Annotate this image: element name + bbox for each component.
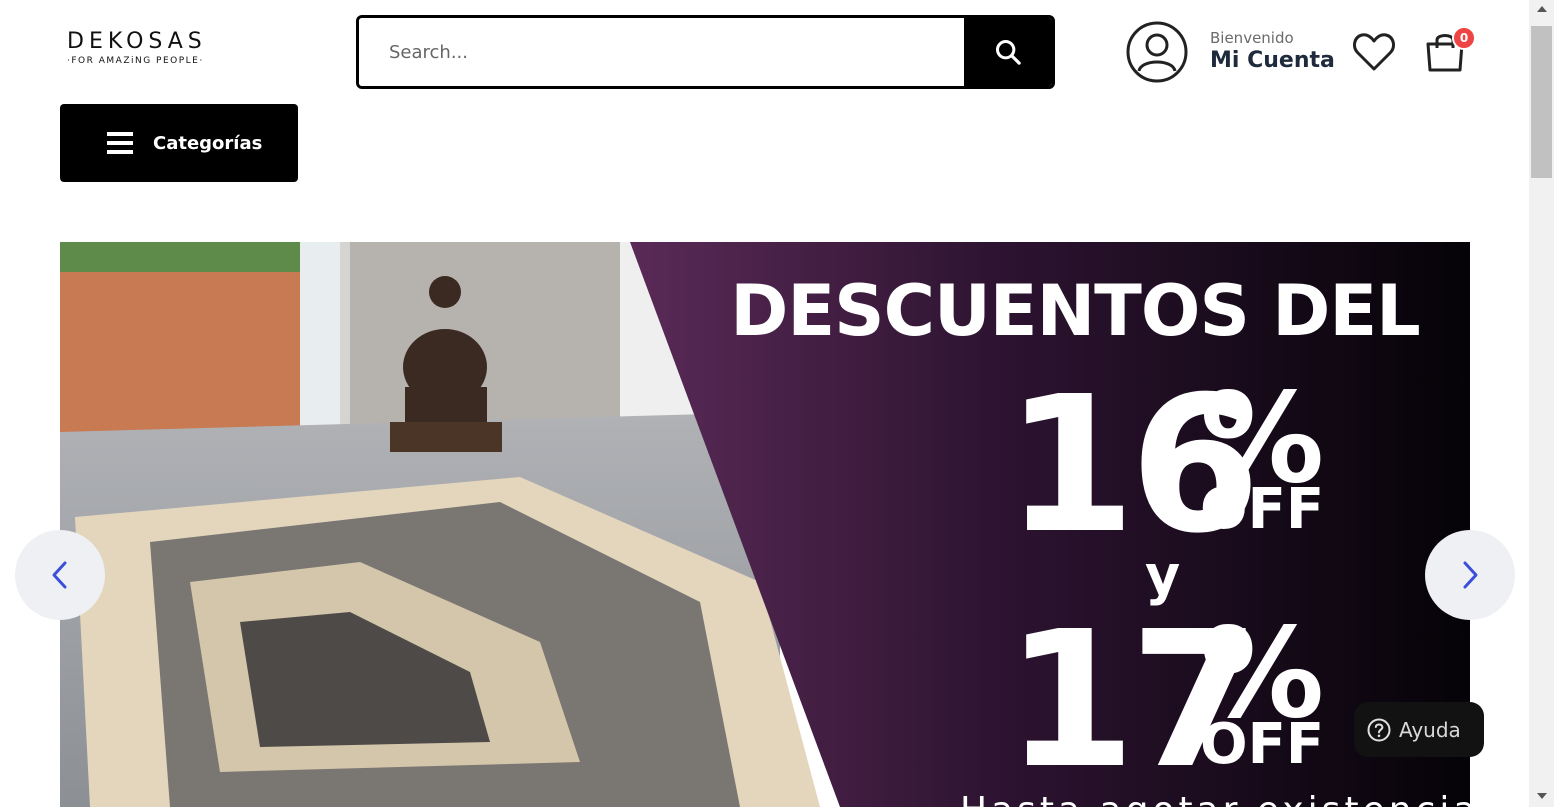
account-greeting: Bienvenido <box>1210 29 1294 47</box>
search-input[interactable] <box>359 18 964 86</box>
page-scrollbar[interactable] <box>1529 0 1554 807</box>
help-label: Ayuda <box>1399 717 1461 742</box>
scroll-down-arrow[interactable] <box>1537 793 1547 799</box>
promo-banner[interactable]: DESCUENTOS DEL 16 % OFF y 17 % OFF Hasta… <box>60 242 1470 807</box>
search-icon <box>995 39 1021 65</box>
user-icon <box>1126 21 1188 83</box>
account-link[interactable]: Bienvenido Mi Cuenta <box>1126 21 1335 83</box>
chevron-right-icon <box>1463 561 1478 589</box>
logo-name: DEKOSAS <box>67 29 207 54</box>
chevron-left-icon <box>52 561 67 589</box>
slider-prev-button[interactable] <box>15 530 105 620</box>
categories-button[interactable]: Categorías <box>60 104 298 182</box>
site-logo[interactable]: DEKOSAS ·FOR AMAZiNG PEOPLE· <box>67 29 237 67</box>
page: DEKOSAS ·FOR AMAZiNG PEOPLE· Bienvenido … <box>0 0 1554 807</box>
logo-tagline: ·FOR AMAZiNG PEOPLE· <box>67 56 204 66</box>
scroll-up-arrow[interactable] <box>1537 6 1547 12</box>
slider-next-button[interactable] <box>1425 530 1515 620</box>
help-button[interactable]: Ayuda <box>1354 702 1484 757</box>
account-label: Mi Cuenta <box>1210 48 1335 73</box>
promo-headline: DESCUENTOS DEL <box>730 270 1421 352</box>
categories-label: Categorías <box>153 132 263 154</box>
promo-footnote: Hasta agotar existencias <box>960 790 1470 807</box>
promo-off-2: OFF <box>1200 712 1325 777</box>
search-bar <box>356 15 1055 89</box>
question-icon <box>1367 718 1391 741</box>
promo-off-1: OFF <box>1200 477 1325 542</box>
cart-count-badge: 0 <box>1452 26 1476 50</box>
heart-icon[interactable] <box>1352 31 1396 73</box>
search-button[interactable] <box>964 18 1052 86</box>
menu-icon <box>107 132 133 154</box>
account-text: Bienvenido Mi Cuenta <box>1210 29 1335 75</box>
scroll-thumb[interactable] <box>1531 26 1552 178</box>
